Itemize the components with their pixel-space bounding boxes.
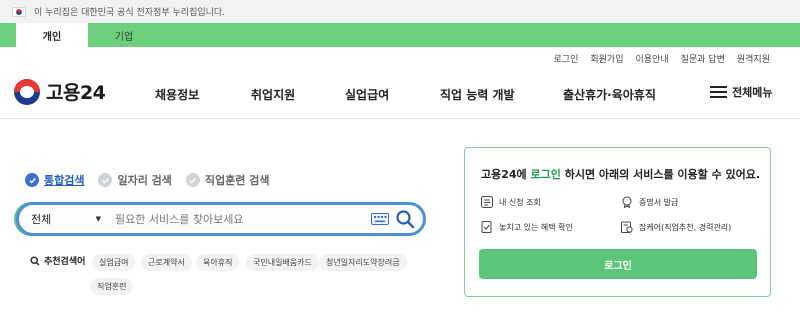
- search-tab-integrated[interactable]: 통합검색: [25, 172, 84, 188]
- menu-unemployment-benefit[interactable]: 실업급여: [345, 86, 389, 103]
- site-logo[interactable]: 고용24: [14, 78, 106, 105]
- all-menu-button[interactable]: 전체메뉴: [710, 84, 772, 100]
- logo-text: 고용24: [46, 82, 106, 104]
- service-label: 내 신청 조회: [499, 197, 541, 207]
- gov-banner-text: 이 누리집은 대한민국 공식 전자정부 누리집입니다.: [34, 8, 226, 18]
- keyword-chip[interactable]: 국민내일배움카드: [246, 254, 319, 271]
- menu-vocational-training[interactable]: 직업 능력 개발: [440, 86, 515, 103]
- logo-mark-icon: [14, 78, 40, 105]
- service-certificate[interactable]: 증명서 발급: [621, 196, 678, 208]
- korea-flag-icon: [12, 6, 26, 17]
- login-button[interactable]: 로그인: [479, 249, 757, 279]
- search-tab-label: 일자리 검색: [117, 174, 172, 187]
- guide-link[interactable]: 이용안내: [635, 52, 668, 65]
- keyword-chip[interactable]: 청년일자리도약장려금: [319, 254, 407, 271]
- search-input[interactable]: [109, 212, 371, 226]
- panel-title: 고용24에 로그인 하시면 아래의 서비스를 이용할 수 있어요.: [481, 166, 760, 182]
- tab-personal[interactable]: 개인: [16, 23, 88, 47]
- service-jobcare[interactable]: 잡케어(직업추천, 경력관리): [621, 221, 731, 233]
- check-circle-icon: [185, 173, 200, 187]
- check-circle-icon: [25, 173, 39, 187]
- qna-link[interactable]: 질문과 답변: [681, 52, 725, 65]
- hamburger-icon: [710, 86, 727, 98]
- keyword-chip[interactable]: 육아휴직: [196, 254, 240, 271]
- menu-job-info[interactable]: 채용정보: [155, 86, 199, 103]
- panel-title-login[interactable]: 로그인: [531, 168, 561, 181]
- search-box: 전체 ▼: [16, 202, 426, 236]
- recommend-label: 추천검색어: [30, 254, 85, 267]
- utility-links: 로그인 회원가입 이용안내 질문과 답변 원격지원: [554, 52, 770, 65]
- jobcare-icon: [621, 221, 633, 233]
- search-tab-training[interactable]: 직업훈련 검색: [185, 172, 270, 188]
- service-label: 놓치고 있는 혜택 확인: [499, 222, 573, 232]
- service-label: 잡케어(직업추천, 경력관리): [639, 222, 732, 232]
- menu-parental-leave[interactable]: 출산휴가·육아휴직: [563, 86, 656, 103]
- panel-title-post: 하시면 아래의 서비스를 이용할 수 있어요.: [560, 168, 761, 181]
- service-label: 증명서 발급: [639, 197, 679, 207]
- document-check-icon: [481, 221, 492, 233]
- all-menu-label: 전체메뉴: [732, 86, 773, 99]
- header-divider: [0, 118, 800, 119]
- search-tab-label: 통합검색: [44, 174, 85, 187]
- keyword-chip[interactable]: 직업훈련: [90, 278, 134, 295]
- list-icon: [481, 196, 493, 208]
- login-panel: 고용24에 로그인 하시면 아래의 서비스를 이용할 수 있어요. 내 신청 조…: [464, 147, 771, 297]
- gov-banner: 이 누리집은 대한민국 공식 전자정부 누리집입니다.: [0, 0, 800, 23]
- user-type-tabbar: 개인 기업: [0, 23, 800, 47]
- recommend-label-text: 추천검색어: [44, 257, 86, 267]
- keyword-chip[interactable]: 근로계약서: [141, 254, 192, 271]
- login-link[interactable]: 로그인: [554, 52, 579, 65]
- panel-title-pre: 고용24에: [481, 168, 531, 181]
- tab-business[interactable]: 기업: [88, 23, 160, 47]
- keyboard-icon[interactable]: [371, 213, 389, 225]
- check-circle-icon: [98, 173, 113, 187]
- caret-down-icon: ▼: [95, 215, 101, 223]
- search-tabs: 통합검색 일자리 검색 직업훈련 검색: [25, 172, 269, 188]
- search-scope-value: 전체: [31, 213, 52, 226]
- certificate-icon: [622, 196, 632, 208]
- search-icon[interactable]: [395, 209, 415, 229]
- menu-employment-support[interactable]: 취업지원: [251, 86, 295, 103]
- search-tab-jobs[interactable]: 일자리 검색: [98, 172, 172, 188]
- keyword-chip[interactable]: 실업급여: [92, 254, 136, 271]
- search-tab-label: 직업훈련 검색: [204, 174, 270, 187]
- service-missed-benefits[interactable]: 놓치고 있는 혜택 확인: [481, 221, 573, 233]
- remote-support-link[interactable]: 원격지원: [737, 52, 770, 65]
- signup-link[interactable]: 회원가입: [590, 52, 623, 65]
- search-icon: [30, 255, 40, 265]
- service-my-applications[interactable]: 내 신청 조회: [481, 196, 541, 208]
- main-navigation: 고용24 채용정보 취업지원 실업급여 직업 능력 개발 출산휴가·육아휴직 전…: [0, 72, 800, 116]
- search-scope-select[interactable]: 전체 ▼: [19, 211, 109, 227]
